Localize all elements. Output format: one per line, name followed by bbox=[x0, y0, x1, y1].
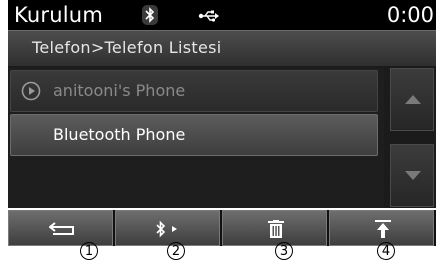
callout-label: 1 bbox=[80, 242, 98, 260]
back-arrow-icon bbox=[49, 222, 74, 235]
callout-label: 3 bbox=[275, 242, 293, 260]
chevron-down-icon bbox=[405, 171, 421, 180]
callout-2: 2 bbox=[167, 242, 187, 260]
bluetooth-connect-icon bbox=[156, 220, 177, 238]
callout-label: 2 bbox=[167, 242, 185, 260]
breadcrumb: Telefon>Telefon Listesi bbox=[32, 38, 222, 57]
screen-title: Kurulum bbox=[14, 3, 103, 27]
bottom-toolbar bbox=[8, 210, 436, 246]
callout-4: 4 bbox=[377, 242, 397, 260]
move-to-top-button[interactable] bbox=[329, 210, 434, 246]
callout-3: 3 bbox=[275, 242, 295, 260]
scroll-down-button[interactable] bbox=[390, 144, 434, 207]
breadcrumb-bar: Telefon>Telefon Listesi bbox=[8, 30, 436, 67]
status-bar: Kurulum 0:00 bbox=[8, 0, 436, 30]
bluetooth-icon bbox=[141, 5, 159, 25]
back-button[interactable] bbox=[8, 210, 113, 246]
callout-1: 1 bbox=[80, 242, 100, 260]
bluetooth-connect-button[interactable] bbox=[115, 210, 220, 246]
scroll-up-button[interactable] bbox=[390, 68, 434, 131]
phone-list-item-label: Bluetooth Phone bbox=[53, 125, 186, 144]
delete-button[interactable] bbox=[222, 210, 327, 246]
trash-icon bbox=[268, 220, 284, 238]
phone-list-item-label: anitooni's Phone bbox=[53, 81, 186, 100]
clock: 0:00 bbox=[386, 3, 434, 27]
screen: Kurulum 0:00 Telefon>Telefon Listesi ani… bbox=[0, 0, 436, 261]
chevron-up-icon bbox=[405, 95, 421, 104]
scroll-controls bbox=[390, 68, 434, 208]
callout-label: 4 bbox=[377, 242, 395, 260]
usb-icon bbox=[198, 8, 220, 22]
play-icon bbox=[21, 81, 41, 101]
move-to-top-icon bbox=[375, 220, 391, 238]
